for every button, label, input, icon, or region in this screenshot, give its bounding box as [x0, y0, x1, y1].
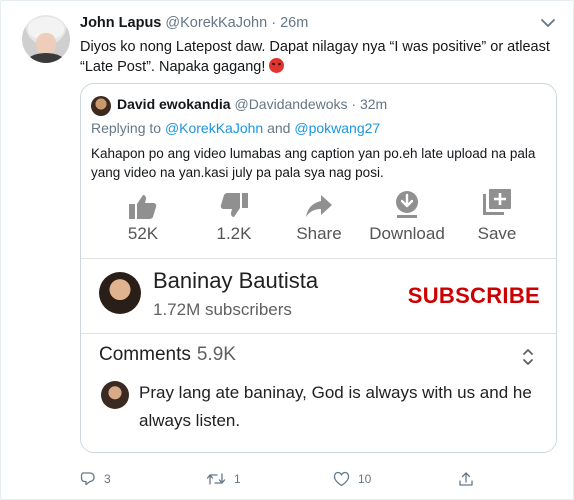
quote-author-avatar[interactable] [91, 96, 111, 116]
thumbs-up-icon [129, 195, 157, 219]
top-comment: Pray lang ate baninay, God is always wit… [139, 383, 532, 430]
quote-header: David ewokandia @Davidandewoks · 32m [117, 96, 387, 112]
author-name[interactable]: John Lapus [80, 15, 161, 31]
share-label: Share [296, 224, 342, 243]
divider [81, 258, 556, 259]
share-tweet-button[interactable] [458, 471, 474, 487]
expand-toggle-icon [523, 349, 533, 365]
like-action: 52K [93, 184, 193, 244]
tweet-body: Diyos ko nong Latepost daw. Dapat nilaga… [80, 39, 550, 75]
quote-time[interactable]: 32m [360, 96, 387, 112]
quote-text: Kahapon po ang video lumabas ang caption… [91, 146, 536, 180]
tweet-time[interactable]: 26m [280, 15, 308, 31]
comments-label: Comments [99, 344, 191, 365]
thumbs-down-icon [220, 193, 248, 217]
quote-author-handle[interactable]: @Davidandewoks [234, 96, 347, 112]
reply-button[interactable]: 3 [80, 471, 111, 487]
subscribe-button: SUBSCRIBE [407, 283, 540, 308]
channel-avatar [99, 272, 141, 314]
retweet-count: 1 [234, 472, 241, 486]
replying-to: Replying to @KorekKaJohn and @pokwang27 [91, 120, 380, 136]
reply-icon [80, 472, 95, 486]
subscriber-count: 1.72M subscribers [153, 300, 292, 319]
comments-header: Comments 5.9K [99, 344, 236, 366]
separator: · [271, 15, 277, 31]
retweet-icon [206, 473, 226, 485]
save-action: Save [447, 184, 547, 244]
download-label: Download [369, 224, 445, 243]
commenter-avatar [101, 381, 129, 409]
mention-link[interactable]: @KorekKaJohn [165, 120, 263, 136]
save-icon [483, 189, 511, 215]
save-label: Save [477, 224, 517, 243]
like-count: 10 [358, 472, 372, 486]
replying-and: and [267, 120, 291, 136]
angry-face-emoji-icon [269, 58, 285, 73]
heart-icon [333, 471, 350, 487]
reply-count: 3 [104, 472, 111, 486]
like-button[interactable]: 10 [333, 471, 371, 487]
replying-prefix: Replying to [91, 120, 162, 136]
tweet-card: John Lapus @KorekKaJohn · 26m Diyos ko n… [0, 0, 574, 500]
share-icon [306, 195, 332, 217]
retweet-button[interactable]: 1 [206, 471, 241, 487]
like-count: 52K [127, 224, 159, 243]
download-action: Download [357, 184, 457, 244]
separator: · [351, 96, 357, 112]
attached-image[interactable]: 52K 1.2K Share Download Save Baninay Bau… [81, 184, 556, 452]
tweet-action-bar: 3 1 10 [80, 471, 560, 491]
author-avatar[interactable] [22, 15, 70, 63]
tweet-header: John Lapus @KorekKaJohn · 26m [80, 15, 308, 31]
quote-author-name[interactable]: David ewokandia [117, 96, 231, 112]
share-upload-icon [459, 472, 473, 486]
comments-count: 5.9K [196, 344, 236, 365]
tweet-text: Diyos ko nong Latepost daw. Dapat nilaga… [80, 37, 550, 77]
download-icon [396, 191, 418, 218]
chevron-down-icon[interactable] [541, 18, 555, 28]
author-handle[interactable]: @KorekKaJohn [165, 15, 267, 31]
share-action: Share [269, 184, 369, 244]
divider [81, 333, 556, 334]
mention-link[interactable]: @pokwang27 [294, 120, 380, 136]
channel-name: Baninay Bautista [153, 268, 319, 293]
quoted-tweet[interactable]: David ewokandia @Davidandewoks · 32m Rep… [80, 83, 557, 453]
